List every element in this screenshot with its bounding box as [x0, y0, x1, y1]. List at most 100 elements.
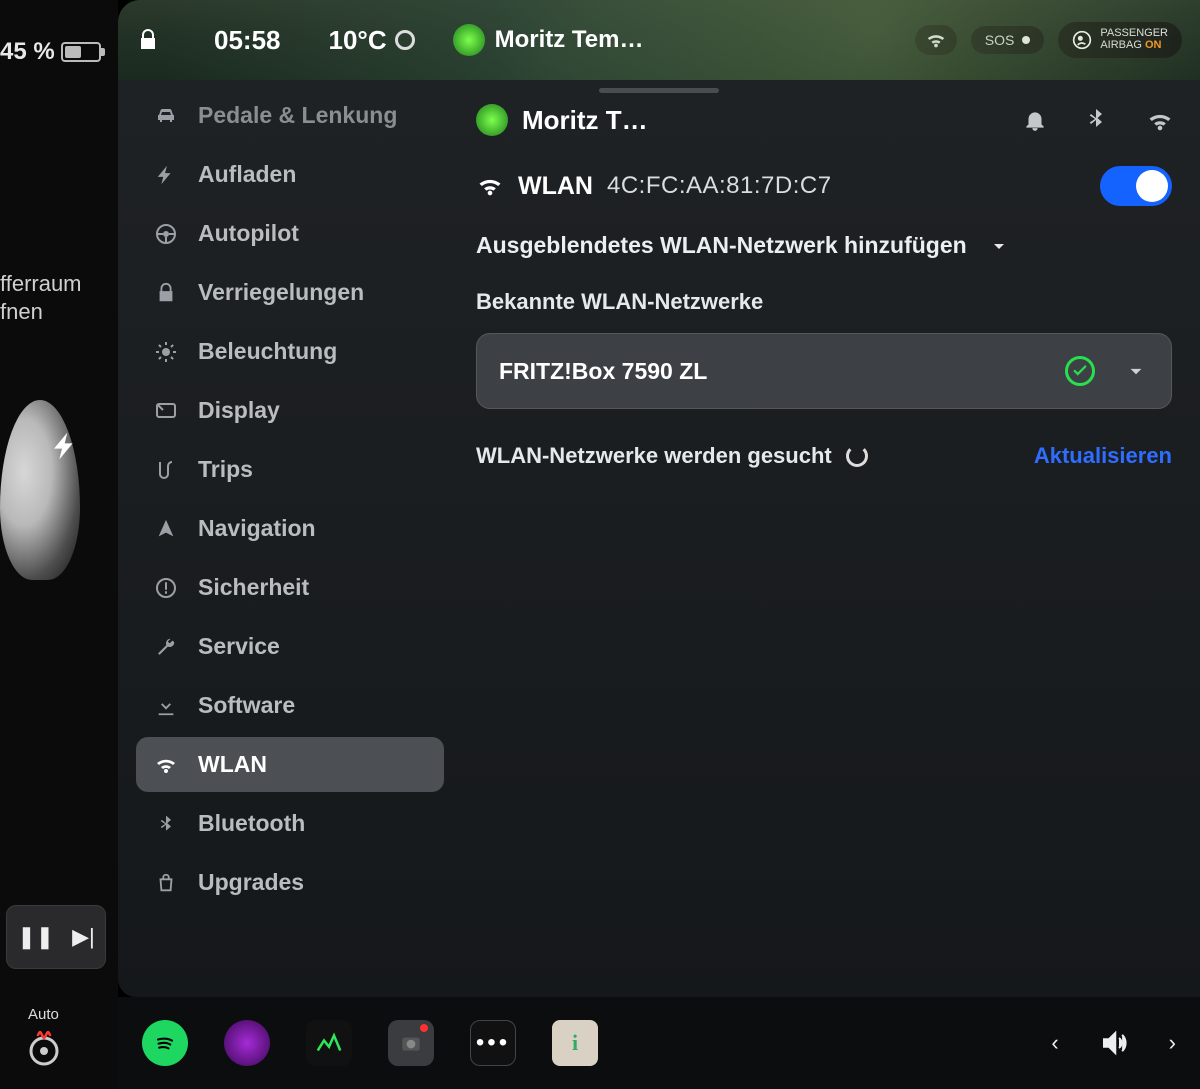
- sidebar-item-software[interactable]: Software: [136, 678, 444, 733]
- airbag-line2: AIRBAG: [1100, 39, 1142, 51]
- climate-target-icon: [395, 30, 415, 50]
- sidebar-item-label: Bluetooth: [198, 810, 305, 837]
- settings-sidebar: Pedale & Lenkung Aufladen Autopilot Verr…: [118, 80, 456, 997]
- pause-button[interactable]: ❚❚: [17, 924, 54, 950]
- sidebar-item-label: Navigation: [198, 515, 316, 542]
- content-header: Moritz T…: [476, 104, 1172, 136]
- airbag-icon: [1072, 30, 1092, 50]
- status-bar: 05:58 10°C Moritz Tem… SOS PASSENGER AIR…: [118, 0, 1200, 80]
- media-mini-player: ❚❚ ▶|: [6, 905, 106, 969]
- sun-icon: [152, 340, 180, 364]
- sidebar-item-trips[interactable]: Trips: [136, 442, 444, 497]
- volume-up-button[interactable]: ›: [1169, 1030, 1176, 1056]
- connected-check-icon: [1065, 356, 1095, 386]
- sos-dot-icon: [1022, 36, 1030, 44]
- wlan-toggle[interactable]: [1100, 166, 1172, 206]
- spinner-icon: [846, 445, 868, 467]
- sidebar-item-label: Verriegelungen: [198, 279, 364, 306]
- dock-app-camera[interactable]: [388, 1020, 434, 1066]
- airbag-on: ON: [1145, 39, 1162, 51]
- sidebar-item-locks[interactable]: Verriegelungen: [136, 265, 444, 320]
- sidebar-item-autopilot[interactable]: Autopilot: [136, 206, 444, 261]
- chevron-down-icon[interactable]: [1123, 358, 1149, 384]
- profile-chip[interactable]: Moritz Tem…: [453, 24, 644, 56]
- mac-address: 4C:FC:AA:81:7D:C7: [607, 172, 832, 200]
- sos-button[interactable]: SOS: [971, 26, 1045, 54]
- dock-app-spotify[interactable]: [142, 1020, 188, 1066]
- sos-label: SOS: [985, 32, 1015, 48]
- wifi-icon: [476, 172, 504, 200]
- network-row[interactable]: FRITZ!Box 7590 ZL: [476, 333, 1172, 409]
- bag-icon: [152, 872, 180, 894]
- battery-percent: 45 %: [0, 38, 55, 66]
- dock-volume-group: ‹ ›: [1051, 1028, 1176, 1058]
- wlan-content: Moritz T… WLAN 4C:FC:AA:81:7D:C7 Ausgebl…: [456, 80, 1200, 997]
- status-bar-right: SOS PASSENGER AIRBAG ON: [915, 22, 1182, 57]
- alert-icon: [152, 576, 180, 600]
- next-track-button[interactable]: ▶|: [72, 924, 95, 950]
- lock-status-icon[interactable]: [136, 28, 160, 52]
- notifications-icon[interactable]: [1022, 107, 1048, 133]
- trunk-label-line2: fnen: [0, 298, 118, 326]
- temperature: 10°C: [329, 25, 415, 56]
- temperature-value: 10°C: [329, 25, 387, 56]
- volume-down-button[interactable]: ‹: [1051, 1030, 1058, 1056]
- sidebar-item-wlan[interactable]: WLAN: [136, 737, 444, 792]
- dock-app-dashcam[interactable]: [224, 1020, 270, 1066]
- sidebar-item-label: WLAN: [198, 751, 267, 778]
- wifi-status-icon[interactable]: [915, 25, 957, 55]
- download-icon: [152, 695, 180, 717]
- sidebar-item-label: Sicherheit: [198, 574, 309, 601]
- dock-app-more[interactable]: •••: [470, 1020, 516, 1066]
- refresh-button[interactable]: Aktualisieren: [1034, 443, 1172, 469]
- dock-app-energy[interactable]: [306, 1020, 352, 1066]
- sidebar-item-pedals[interactable]: Pedale & Lenkung: [136, 88, 444, 143]
- profile-name: Moritz Tem…: [495, 26, 644, 54]
- sidebar-item-label: Beleuchtung: [198, 338, 337, 365]
- dock-app-manual[interactable]: i: [552, 1020, 598, 1066]
- known-networks-header: Bekannte WLAN-Netzwerke: [476, 289, 1172, 315]
- climate-auto-label: Auto: [28, 1006, 59, 1023]
- left-strip: 45 % fferraum fnen ❚❚ ▶| Auto: [0, 0, 118, 1089]
- trunk-label-line1: fferraum: [0, 270, 118, 298]
- sidebar-item-label: Pedale & Lenkung: [198, 102, 397, 129]
- battery-status: 45 %: [0, 38, 118, 66]
- bluetooth-icon[interactable]: [1084, 107, 1110, 133]
- car-icon: [152, 104, 180, 128]
- airbag-indicator: PASSENGER AIRBAG ON: [1058, 22, 1182, 57]
- sidebar-item-charging[interactable]: Aufladen: [136, 147, 444, 202]
- bolt-icon: [152, 164, 180, 186]
- trunk-label[interactable]: fferraum fnen: [0, 270, 118, 325]
- drag-handle[interactable]: [599, 88, 719, 93]
- sidebar-item-service[interactable]: Service: [136, 619, 444, 674]
- clock: 05:58: [214, 25, 281, 56]
- heated-steering-icon[interactable]: [22, 1025, 66, 1069]
- wlan-label: WLAN: [518, 172, 593, 201]
- wlan-toggle-row: WLAN 4C:FC:AA:81:7D:C7: [476, 166, 1172, 206]
- sidebar-item-bluetooth[interactable]: Bluetooth: [136, 796, 444, 851]
- app-dock: ••• i ‹ ›: [118, 997, 1200, 1089]
- lock-icon: [152, 282, 180, 304]
- sidebar-item-label: Upgrades: [198, 869, 304, 896]
- trips-icon: [152, 458, 180, 482]
- steering-icon: [152, 222, 180, 246]
- sidebar-item-label: Trips: [198, 456, 253, 483]
- profile-title: Moritz T…: [522, 105, 648, 136]
- battery-icon: [61, 42, 101, 62]
- sidebar-item-label: Autopilot: [198, 220, 299, 247]
- airbag-line1: PASSENGER: [1100, 28, 1168, 40]
- search-status-row: WLAN-Netzwerke werden gesucht Aktualisie…: [476, 443, 1172, 469]
- sidebar-item-label: Service: [198, 633, 280, 660]
- bluetooth-icon: [152, 814, 180, 834]
- wifi-icon[interactable]: [1146, 107, 1172, 133]
- volume-icon[interactable]: [1099, 1028, 1129, 1058]
- add-hidden-network[interactable]: Ausgeblendetes WLAN-Netzwerk hinzufügen: [476, 232, 1172, 259]
- sidebar-item-display[interactable]: Display: [136, 383, 444, 438]
- sidebar-item-safety[interactable]: Sicherheit: [136, 560, 444, 615]
- sidebar-item-upgrades[interactable]: Upgrades: [136, 855, 444, 910]
- sidebar-item-lights[interactable]: Beleuchtung: [136, 324, 444, 379]
- sidebar-item-label: Display: [198, 397, 280, 424]
- network-ssid: FRITZ!Box 7590 ZL: [499, 358, 707, 385]
- sidebar-item-navigation[interactable]: Navigation: [136, 501, 444, 556]
- charge-bolt-icon: [50, 430, 82, 462]
